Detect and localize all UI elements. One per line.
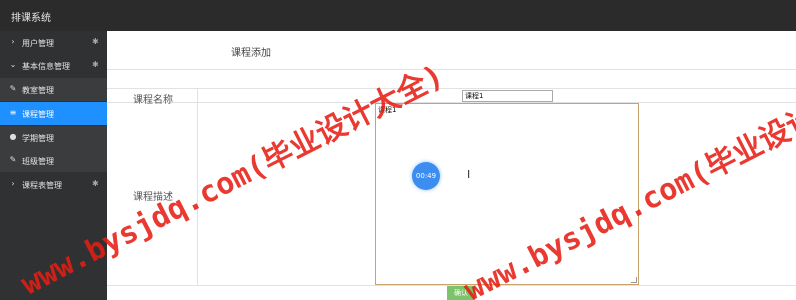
gear-icon: ✱ [92,37,99,46]
sidebar-item-label: 基本信息管理 [22,62,70,71]
chevron-right-icon: › [11,179,15,188]
sidebar-item-user-management[interactable]: › 用户管理 ✱ [0,31,107,54]
gear-icon: ✱ [92,60,99,69]
chevron-right-icon: › [11,37,15,46]
sidebar-item-label: 课程管理 [22,110,54,119]
sidebar-item-course[interactable]: ≡ 课程管理 [0,102,107,125]
sidebar-item-label: 用户管理 [22,39,54,48]
text-cursor-icon: I [467,168,471,181]
top-bar: 排课系统 [0,0,796,31]
sidebar-item-label: 班级管理 [22,157,54,166]
course-name-input[interactable]: 课程1 [462,90,553,102]
sidebar-item-class[interactable]: ✎ 班级管理 [0,149,107,172]
app-title: 排课系统 [11,13,51,24]
divider [107,69,796,70]
sidebar-item-semester[interactable]: ● 学期管理 [0,126,107,149]
sidebar-item-timetable[interactable]: › 课程表管理 ✱ [0,173,107,196]
table-border [107,88,796,89]
gear-icon: ✱ [92,179,99,188]
sidebar-item-label: 学期管理 [22,134,54,143]
globe-icon: ● [9,132,17,141]
course-name-label: 课程名称 [133,95,173,106]
pencil-icon: ✎ [9,155,17,164]
resize-handle[interactable] [631,277,637,283]
sidebar-item-label: 课程表管理 [22,181,62,190]
sidebar-item-classroom[interactable]: ✎ 教室管理 [0,78,107,101]
sidebar-item-label: 教室管理 [22,86,54,95]
pencil-icon: ✎ [9,84,17,93]
page-title: 课程添加 [231,48,271,59]
sidebar-item-basic-info[interactable]: ⌄ 基本信息管理 ✱ [0,54,107,77]
chevron-down-icon: ⌄ [9,60,17,69]
recording-timer: 00:49 [412,162,440,190]
list-icon: ≡ [9,108,17,117]
